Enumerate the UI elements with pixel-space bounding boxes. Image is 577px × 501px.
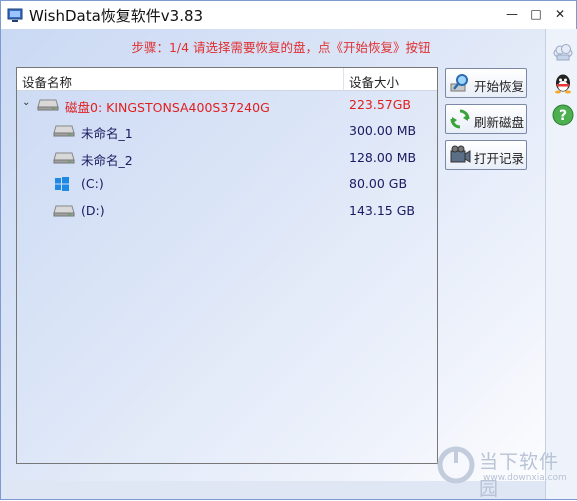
- title-bar[interactable]: WishData恢复软件v3.83 — □ ✕: [1, 1, 576, 29]
- camera-record-icon: [450, 145, 471, 163]
- device-row-disk0[interactable]: ⌄ 磁盘0: KINGSTONSA400S37240G 223.57GB: [17, 94, 437, 116]
- status-bar: [1, 481, 545, 499]
- device-size: 128.00 MB: [349, 150, 417, 165]
- help-icon[interactable]: ?: [551, 103, 575, 127]
- windows-icon: [55, 177, 69, 191]
- hdd-icon: [53, 152, 75, 164]
- qq-icon[interactable]: [551, 71, 575, 95]
- open-records-button[interactable]: 打开记录: [445, 140, 527, 170]
- cloud-icon[interactable]: [551, 39, 575, 63]
- device-list-header: 设备名称 设备大小: [17, 68, 437, 91]
- device-row-partition-c[interactable]: (C:) 80.00 GB: [17, 173, 437, 195]
- refresh-icon: [450, 109, 470, 129]
- device-row-partition-d[interactable]: (D:) 143.15 GB: [17, 200, 437, 222]
- start-recovery-button[interactable]: 开始恢复: [445, 68, 527, 98]
- device-size: 143.15 GB: [349, 203, 415, 218]
- watermark-logo-icon: [437, 446, 475, 484]
- device-list[interactable]: 设备名称 设备大小 ⌄ 磁盘0: KINGSTONSA400S37240G 22…: [16, 67, 438, 464]
- hdd-icon: [53, 205, 75, 217]
- device-name: 磁盘0: KINGSTONSA400S37240G: [65, 100, 270, 115]
- device-name: (D:): [81, 203, 105, 218]
- refresh-disks-button[interactable]: 刷新磁盘: [445, 104, 527, 134]
- app-logo-icon: [7, 8, 23, 22]
- device-size: 80.00 GB: [349, 176, 408, 191]
- close-button[interactable]: ✕: [549, 5, 571, 23]
- column-divider[interactable]: [343, 68, 344, 90]
- svg-text:?: ?: [559, 108, 567, 124]
- device-row-partition-1[interactable]: 未命名_1 300.00 MB: [17, 120, 437, 142]
- magnifier-icon: [450, 74, 468, 92]
- open-records-label: 打开记录: [474, 151, 525, 166]
- column-header-size[interactable]: 设备大小: [349, 72, 399, 91]
- device-name: 未命名_1: [81, 126, 133, 141]
- device-size: 300.00 MB: [349, 123, 417, 138]
- hdd-icon: [53, 125, 75, 137]
- app-window: WishData恢复软件v3.83 — □ ✕ 步骤：1/4 请选择需要恢复的盘…: [0, 0, 577, 500]
- collapse-chevron-icon[interactable]: ⌄: [22, 97, 30, 108]
- device-row-partition-2[interactable]: 未命名_2 128.00 MB: [17, 147, 437, 169]
- maximize-button[interactable]: □: [525, 5, 547, 23]
- window-title: WishData恢复软件v3.83: [29, 7, 204, 25]
- device-name: (C:): [81, 176, 104, 191]
- minimize-button[interactable]: —: [501, 5, 523, 23]
- column-header-name[interactable]: 设备名称: [22, 72, 72, 91]
- step-instruction: 步骤：1/4 请选择需要恢复的盘，点《开始恢复》按钮: [131, 40, 431, 55]
- refresh-disks-label: 刷新磁盘: [474, 115, 525, 130]
- side-toolbar: ?: [545, 29, 577, 499]
- hdd-icon: [37, 99, 59, 111]
- start-recovery-label: 开始恢复: [474, 79, 525, 94]
- device-name: 未命名_2: [81, 153, 133, 168]
- device-size: 223.57GB: [349, 97, 411, 112]
